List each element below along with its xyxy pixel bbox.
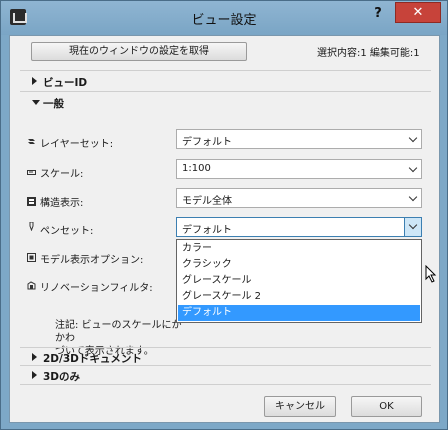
scale-icon bbox=[27, 170, 36, 175]
section-view-id-label: ビューID bbox=[43, 77, 88, 89]
layer-set-value: デフォルト bbox=[182, 137, 232, 148]
expand-arrow-icon bbox=[32, 353, 37, 361]
structure-display-label: 構造表示: bbox=[40, 198, 84, 209]
dialog-body: 現在のウィンドウの設定を取得 選択内容:1 編集可能:1 ビューID 一般 レイ… bbox=[9, 35, 440, 423]
layer-set-icon bbox=[28, 139, 35, 144]
pen-set-dropdown-button[interactable] bbox=[404, 218, 421, 236]
divider bbox=[20, 91, 431, 92]
section-general-label: 一般 bbox=[43, 98, 64, 110]
section-3d-only-label: 3Dのみ bbox=[43, 371, 81, 383]
chevron-down-icon bbox=[408, 133, 418, 143]
pen-set-value: デフォルト bbox=[182, 225, 232, 236]
chevron-down-icon bbox=[408, 192, 418, 202]
dropdown-option[interactable]: クラシック bbox=[178, 257, 420, 273]
dropdown-option[interactable]: グレースケール 2 bbox=[178, 289, 420, 305]
divider bbox=[20, 384, 431, 385]
chevron-down-icon bbox=[408, 163, 418, 173]
model-display-options-label: モデル表示オプション: bbox=[40, 255, 144, 266]
collapse-arrow-icon bbox=[32, 100, 40, 105]
expand-arrow-icon bbox=[32, 371, 37, 379]
note-line-1: 注記: ビューのスケールにかかわ bbox=[55, 320, 182, 344]
ok-button[interactable]: OK bbox=[351, 396, 422, 417]
renovation-filter-label: リノベーションフィルタ: bbox=[40, 283, 153, 294]
get-current-window-settings-button[interactable]: 現在のウィンドウの設定を取得 bbox=[31, 42, 247, 61]
expand-arrow-icon bbox=[32, 77, 37, 85]
dropdown-option-selected[interactable]: デフォルト bbox=[178, 305, 420, 321]
renovation-filter-icon bbox=[27, 281, 36, 290]
structure-display-value: モデル全体 bbox=[182, 196, 232, 207]
divider bbox=[20, 365, 431, 366]
structure-icon bbox=[27, 197, 36, 206]
dropdown-option[interactable]: カラー bbox=[178, 241, 420, 257]
scale-select[interactable]: 1:100 bbox=[176, 159, 422, 179]
divider bbox=[20, 70, 431, 71]
pen-set-label: ペンセット: bbox=[40, 226, 94, 237]
dropdown-option[interactable]: グレースケール bbox=[178, 273, 420, 289]
structure-display-select[interactable]: モデル全体 bbox=[176, 188, 422, 208]
layer-set-select[interactable]: デフォルト bbox=[176, 129, 422, 149]
pen-set-select[interactable]: デフォルト bbox=[176, 217, 422, 237]
pen-set-dropdown-list: カラー クラシック グレースケール グレースケール 2 デフォルト bbox=[176, 239, 422, 323]
chevron-down-icon bbox=[408, 220, 418, 230]
title-bar[interactable]: ビュー設定 ? ✕ bbox=[1, 1, 447, 35]
section-2d3d-document-label: 2D/3Dドキュメント bbox=[43, 353, 142, 365]
scale-value: 1:100 bbox=[182, 163, 211, 174]
divider bbox=[20, 347, 431, 348]
pen-set-icon bbox=[29, 222, 34, 231]
model-options-icon bbox=[27, 253, 36, 262]
mouse-cursor-icon bbox=[425, 265, 437, 283]
cancel-button[interactable]: キャンセル bbox=[264, 396, 336, 417]
selection-info: 選択内容:1 編集可能:1 bbox=[317, 48, 420, 59]
scale-label: スケール: bbox=[40, 169, 84, 180]
close-button[interactable]: ✕ bbox=[395, 2, 441, 23]
help-button[interactable]: ? bbox=[367, 4, 389, 24]
view-settings-window: ビュー設定 ? ✕ 現在のウィンドウの設定を取得 選択内容:1 編集可能:1 ビ… bbox=[0, 0, 448, 430]
layer-set-label: レイヤーセット: bbox=[40, 139, 114, 150]
